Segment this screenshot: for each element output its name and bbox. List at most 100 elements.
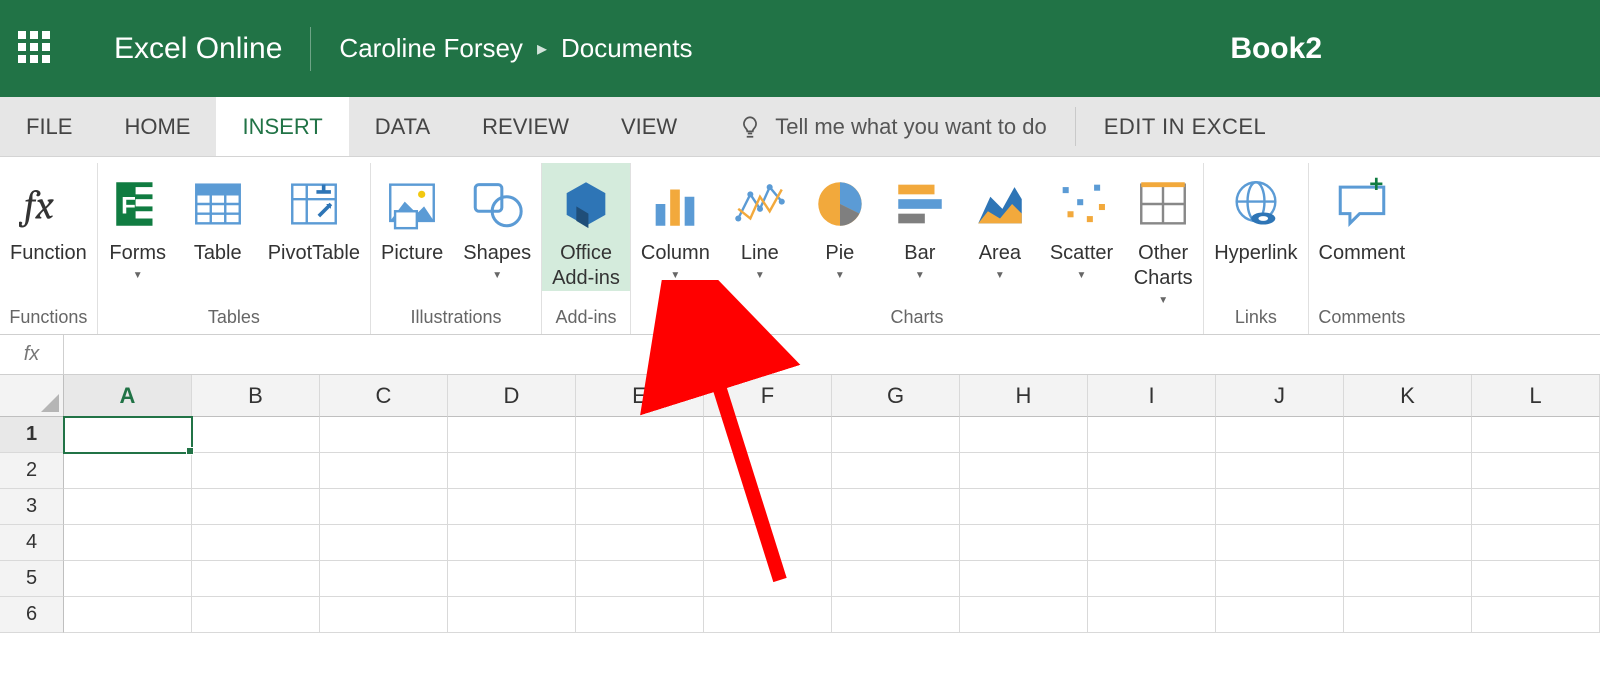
row-header[interactable]: 3 (0, 489, 64, 525)
column-header[interactable]: E (576, 375, 704, 417)
cell[interactable] (704, 417, 832, 453)
column-header[interactable]: L (1472, 375, 1600, 417)
row-header[interactable]: 2 (0, 453, 64, 489)
formula-input[interactable] (64, 344, 1600, 365)
cell[interactable] (1216, 561, 1344, 597)
chart-area-button[interactable]: Area▼ (960, 163, 1040, 281)
cell[interactable] (704, 561, 832, 597)
cell[interactable] (960, 525, 1088, 561)
cell[interactable] (704, 489, 832, 525)
column-header[interactable]: H (960, 375, 1088, 417)
cell[interactable] (192, 561, 320, 597)
cell[interactable] (320, 525, 448, 561)
row-header[interactable]: 1 (0, 417, 64, 453)
cell[interactable] (960, 417, 1088, 453)
column-header[interactable]: K (1344, 375, 1472, 417)
tell-me-search[interactable]: Tell me what you want to do (737, 97, 1046, 156)
cell[interactable] (960, 453, 1088, 489)
cell[interactable] (832, 417, 960, 453)
pivottable-button[interactable]: PivotTable (258, 163, 370, 266)
row-header[interactable]: 5 (0, 561, 64, 597)
cell[interactable] (1088, 561, 1216, 597)
breadcrumb-user[interactable]: Caroline Forsey (339, 33, 523, 64)
cell[interactable] (704, 597, 832, 633)
cell[interactable] (64, 453, 192, 489)
cell[interactable] (320, 597, 448, 633)
tab-data[interactable]: DATA (349, 97, 456, 156)
cell[interactable] (320, 453, 448, 489)
cell[interactable] (1216, 525, 1344, 561)
cell[interactable] (448, 561, 576, 597)
cell[interactable] (832, 525, 960, 561)
cell[interactable] (1344, 525, 1472, 561)
cell[interactable] (1472, 597, 1600, 633)
column-header[interactable]: J (1216, 375, 1344, 417)
cell[interactable] (1472, 417, 1600, 453)
row-header[interactable]: 6 (0, 597, 64, 633)
column-header[interactable]: F (704, 375, 832, 417)
cell[interactable] (1216, 453, 1344, 489)
tab-home[interactable]: HOME (98, 97, 216, 156)
cell[interactable] (192, 489, 320, 525)
chart-scatter-button[interactable]: Scatter▼ (1040, 163, 1123, 281)
cell[interactable] (832, 453, 960, 489)
cell[interactable] (832, 597, 960, 633)
cell[interactable] (64, 561, 192, 597)
cell[interactable] (704, 453, 832, 489)
cell[interactable] (1216, 417, 1344, 453)
select-all-corner[interactable] (0, 375, 64, 417)
cell[interactable] (704, 525, 832, 561)
column-header[interactable]: D (448, 375, 576, 417)
cell[interactable] (1472, 489, 1600, 525)
cell[interactable] (192, 525, 320, 561)
cell[interactable] (64, 417, 192, 453)
cell[interactable] (576, 561, 704, 597)
chart-column-button[interactable]: Column▼ (631, 163, 720, 281)
cell[interactable] (1472, 453, 1600, 489)
column-header[interactable]: A (64, 375, 192, 417)
column-header[interactable]: C (320, 375, 448, 417)
addins-button[interactable]: OfficeAdd-ins (542, 163, 630, 291)
cell[interactable] (192, 417, 320, 453)
cell[interactable] (448, 453, 576, 489)
cell[interactable] (576, 453, 704, 489)
tab-review[interactable]: REVIEW (456, 97, 595, 156)
cell[interactable] (1216, 489, 1344, 525)
cell[interactable] (192, 453, 320, 489)
cell[interactable] (1088, 453, 1216, 489)
cell[interactable] (1344, 453, 1472, 489)
cell[interactable] (960, 561, 1088, 597)
cell[interactable] (576, 597, 704, 633)
cell[interactable] (832, 489, 960, 525)
cell[interactable] (960, 597, 1088, 633)
column-header[interactable]: I (1088, 375, 1216, 417)
cell[interactable] (576, 525, 704, 561)
breadcrumb-folder[interactable]: Documents (561, 33, 693, 64)
document-title[interactable]: Book2 (1230, 32, 1322, 66)
cell[interactable] (320, 489, 448, 525)
cell[interactable] (1088, 597, 1216, 633)
forms-button[interactable]: FForms▼ (98, 163, 178, 281)
cell[interactable] (448, 417, 576, 453)
cell[interactable] (64, 597, 192, 633)
chart-other-button[interactable]: OtherCharts▼ (1123, 163, 1203, 306)
hyperlink-button[interactable]: Hyperlink (1204, 163, 1307, 266)
cell[interactable] (448, 525, 576, 561)
table-button[interactable]: Table (178, 163, 258, 266)
cell[interactable] (1472, 525, 1600, 561)
cell[interactable] (1344, 417, 1472, 453)
app-launcher-icon[interactable] (18, 31, 54, 67)
cell[interactable] (960, 489, 1088, 525)
picture-button[interactable]: Picture (371, 163, 453, 266)
cell[interactable] (192, 597, 320, 633)
cell[interactable] (1088, 525, 1216, 561)
cell[interactable] (1344, 561, 1472, 597)
column-header[interactable]: G (832, 375, 960, 417)
cell[interactable] (832, 561, 960, 597)
cell[interactable] (64, 489, 192, 525)
tab-view[interactable]: VIEW (595, 97, 703, 156)
tab-file[interactable]: FILE (0, 97, 98, 156)
shapes-button[interactable]: Shapes▼ (453, 163, 541, 281)
comment-button[interactable]: +Comment (1309, 163, 1416, 266)
cell[interactable] (1088, 489, 1216, 525)
